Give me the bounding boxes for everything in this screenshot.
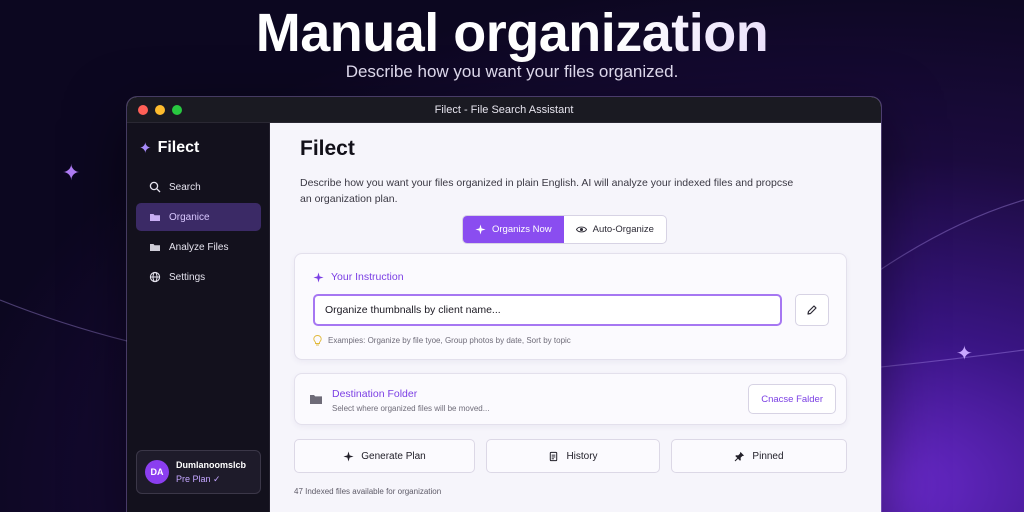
title-bar: Filect - File Search Assistant (127, 97, 881, 123)
minimize-window-button[interactable] (155, 105, 165, 115)
choose-folder-button[interactable]: Cnacse Falder (748, 384, 836, 414)
sidebar-item-search[interactable]: Search (136, 173, 261, 201)
organize-now-tab[interactable]: Organizs Now (463, 216, 564, 243)
edit-button[interactable] (795, 294, 829, 326)
main-panel: Filect Describe how you want your files … (270, 123, 881, 512)
sparkle-icon: ✦ (62, 160, 81, 185)
user-card[interactable]: DA Dumlanoomslcb Pre Plan ✓ (136, 450, 261, 494)
hero-title: Manual organization (0, 2, 1024, 64)
lightbulb-icon (313, 335, 322, 346)
sidebar-item-label: Settings (169, 271, 206, 283)
hero-subtitle: Describe how you want your files organiz… (345, 62, 679, 81)
tab-label: Organizs Now (492, 224, 552, 235)
mode-toggle: Organizs Now Auto-Organize (462, 215, 667, 244)
sidebar-nav: Search Organice Analyze Files Settings (136, 173, 261, 293)
brand: ✦ Filect (139, 139, 199, 157)
user-name: Dumlanoomslcb (176, 459, 247, 470)
auto-organize-tab[interactable]: Auto-Organize (564, 216, 666, 243)
instruction-heading-label: Your Instruction (331, 271, 404, 283)
examples-hint: Exampies: Organize by file tyoe, Group p… (313, 335, 571, 346)
sidebar-item-organize[interactable]: Organice (136, 203, 261, 231)
sparkle-icon (313, 271, 324, 283)
sparkle-icon: ✦ (956, 343, 973, 365)
app-window: Filect - File Search Assistant ✦ Filect … (127, 97, 881, 512)
folder-icon (150, 244, 160, 251)
history-icon (550, 451, 558, 461)
history-button[interactable]: History (486, 439, 660, 473)
examples-text: Exampies: Organize by file tyoe, Group p… (328, 336, 571, 345)
destination-subtitle: Select where organized files will be mov… (332, 404, 490, 413)
search-icon (149, 181, 161, 193)
destination-title: Destination Folder (332, 388, 418, 400)
user-info: Dumlanoomslcb Pre Plan ✓ (176, 460, 246, 485)
user-plan: Pre Plan ✓ (176, 473, 221, 484)
button-label: Pinned (752, 450, 784, 462)
sidebar-item-label: Organice (169, 211, 210, 223)
page-description: Describe how you want your files organiz… (300, 177, 794, 205)
sidebar-item-analyze-files[interactable]: Analyze Files (136, 233, 261, 261)
window-controls (138, 105, 182, 115)
instruction-card: Your Instruction Exampies: Organize by f… (294, 253, 847, 360)
sparkle-icon: ✦ (139, 140, 152, 157)
sidebar: ✦ Filect Search Organice Analyze Files S… (127, 123, 270, 512)
avatar: DA (145, 460, 169, 484)
destination-card: Destination Folder Select where organize… (294, 373, 847, 425)
indexed-files-note: 47 Indexed files available for organizat… (294, 487, 442, 496)
maximize-window-button[interactable] (172, 105, 182, 115)
generate-plan-button[interactable]: Generate Plan (294, 439, 475, 473)
pencil-icon (807, 305, 817, 315)
brand-name: Filect (157, 139, 200, 156)
eye-icon (575, 226, 587, 233)
pin-icon (735, 451, 745, 461)
sidebar-item-label: Analyze Files (169, 241, 229, 253)
sparkle-icon (475, 224, 486, 235)
close-window-button[interactable] (138, 105, 148, 115)
instruction-input[interactable] (313, 294, 782, 326)
globe-icon (149, 271, 161, 283)
sidebar-item-label: Search (169, 181, 201, 193)
tab-label: Auto-Organize (592, 224, 654, 235)
sparkle-icon (343, 450, 354, 462)
button-label: History (566, 450, 598, 462)
sidebar-item-settings[interactable]: Settings (136, 263, 261, 291)
folder-icon (150, 214, 160, 221)
instruction-heading: Your Instruction (313, 271, 404, 283)
window-title: Filect - File Search Assistant (434, 103, 574, 116)
button-label: Generate Plan (361, 450, 426, 462)
page-title: Filect (300, 137, 355, 160)
pinned-button[interactable]: Pinned (671, 439, 847, 473)
folder-icon (310, 395, 322, 404)
